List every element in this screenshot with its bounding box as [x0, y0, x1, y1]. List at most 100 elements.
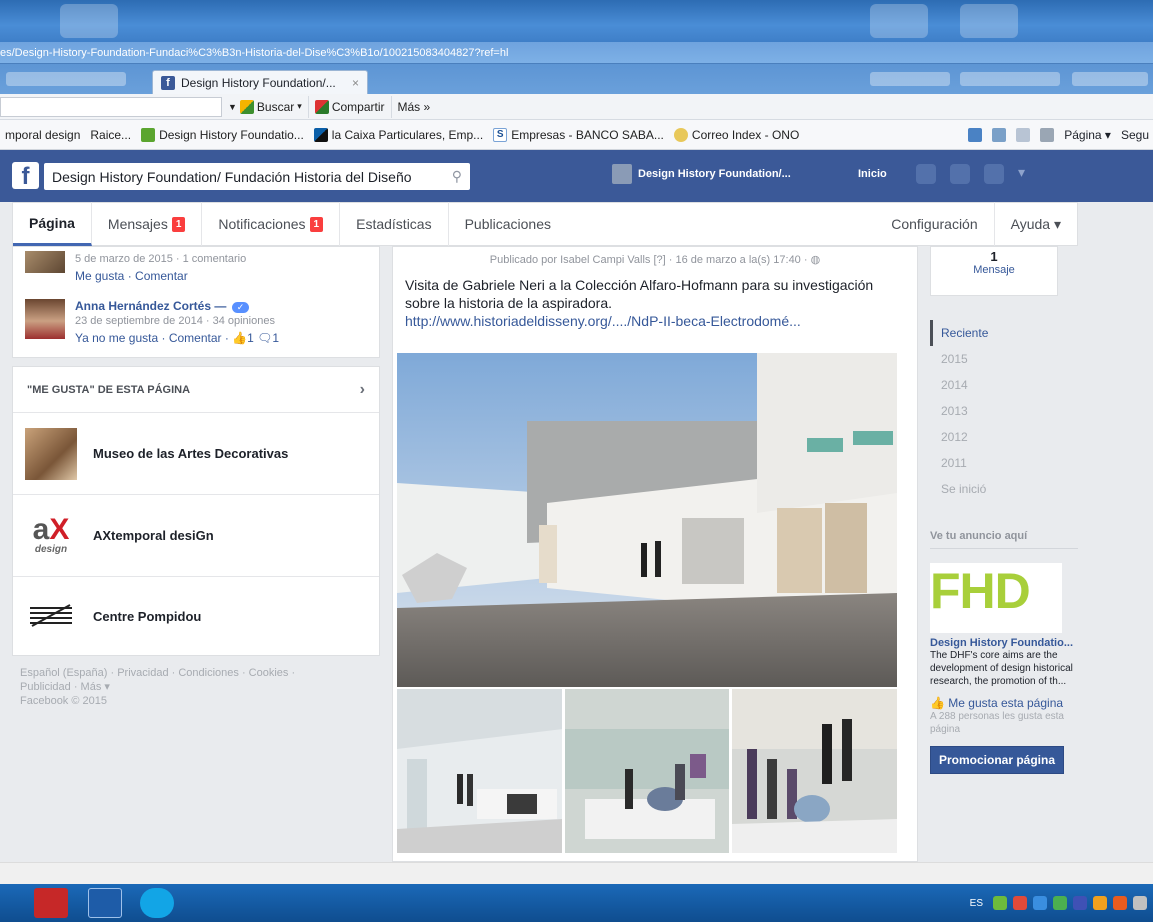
- liked-page-item[interactable]: Centre Pompidou: [13, 577, 379, 655]
- messages-label[interactable]: Mensaje: [931, 264, 1057, 276]
- messages-box[interactable]: 1 Mensaje: [930, 246, 1058, 296]
- unread-badge: 1: [171, 216, 186, 232]
- footer-links[interactable]: Español (España) · Privacidad · Condicio…: [20, 666, 372, 680]
- tab-pagina[interactable]: Página: [13, 202, 92, 246]
- profile-name: Design History Foundation/...: [638, 168, 791, 180]
- timeline-year[interactable]: Se inició: [941, 476, 1090, 502]
- post-photo-main[interactable]: [397, 353, 897, 687]
- blurred-desktop-icon: [960, 4, 1018, 38]
- language-indicator[interactable]: ES: [970, 898, 983, 909]
- tray-icon[interactable]: [1113, 896, 1127, 910]
- tab-estadisticas[interactable]: Estadísticas: [340, 202, 449, 246]
- favorite-item[interactable]: Design History Foundatio...: [136, 127, 309, 142]
- help-menu[interactable]: Ayuda ▾: [995, 202, 1077, 246]
- museo-thumbnail[interactable]: [25, 427, 77, 480]
- comment-actions[interactable]: Ya no me gusta · Comentar · 👍1 🗨1: [75, 331, 279, 345]
- post-photo-thumb[interactable]: [564, 689, 730, 853]
- settings-link[interactable]: Configuración: [875, 202, 995, 246]
- account-menu-icon[interactable]: ▾: [1018, 164, 1025, 184]
- home-icon[interactable]: [968, 127, 983, 142]
- ad-like-count: A 288 personas les gusta esta página: [930, 711, 1064, 735]
- favorite-item[interactable]: S Empresas - BANCO SABA...: [488, 127, 669, 142]
- feeds-icon[interactable]: [992, 127, 1007, 142]
- chevron-right-icon[interactable]: ›: [360, 381, 365, 399]
- safety-menu[interactable]: Segu: [1121, 128, 1149, 142]
- friend-requests-icon[interactable]: [916, 164, 936, 184]
- blurred-tab: [960, 72, 1060, 86]
- word-app-icon[interactable]: [88, 888, 122, 918]
- ads-title[interactable]: Ve tu anuncio aquí: [930, 530, 1078, 549]
- post-card: Publicado por Isabel Campi Valls [?] · 1…: [392, 246, 918, 862]
- volume-icon[interactable]: [1133, 896, 1147, 910]
- print-icon[interactable]: [1040, 127, 1055, 142]
- timeline-year[interactable]: 2014: [941, 372, 1090, 398]
- comment-meta: 23 de septiembre de 2014 · 34 opiniones: [75, 315, 275, 327]
- home-link[interactable]: Inicio: [858, 168, 887, 180]
- comment-author[interactable]: Anna Hernández Cortés —: [75, 299, 226, 313]
- page-menu[interactable]: Página ▾: [1064, 128, 1111, 142]
- favorite-item[interactable]: Correo Index - ONO: [669, 127, 804, 142]
- toolbar-search-button[interactable]: ▼ Buscar ▾: [222, 95, 309, 118]
- favorite-item[interactable]: mporal design: [0, 128, 85, 142]
- timeline-years: 2015 2014 2013 2012 2011 Se inició: [930, 346, 1090, 502]
- comment-actions[interactable]: Me gusta · Comentar: [75, 269, 246, 283]
- tab-mensajes[interactable]: Mensajes 1: [92, 202, 203, 246]
- blurred-tab: [870, 72, 950, 86]
- messages-icon[interactable]: [950, 164, 970, 184]
- ad-title[interactable]: Design History Foundatio...: [930, 637, 1090, 649]
- ad-like-button[interactable]: 👍 Me gusta esta página: [930, 696, 1090, 710]
- audience-globe-icon[interactable]: ◍: [811, 254, 821, 266]
- avatar[interactable]: [25, 299, 65, 339]
- likes-header[interactable]: "ME GUSTA" DE ESTA PÁGINA ›: [13, 367, 379, 413]
- blurred-tab: [6, 72, 126, 86]
- messages-count: 1: [990, 249, 998, 264]
- post-photo-thumb[interactable]: [732, 689, 898, 853]
- post-body: Visita de Gabriele Neri a la Colección A…: [393, 266, 917, 330]
- post-link[interactable]: http://www.historiadeldisseny.org/..../N…: [405, 312, 905, 330]
- liked-page-item[interactable]: aX design AXtemporal desiGn: [13, 495, 379, 577]
- timeline-year[interactable]: 2012: [941, 424, 1090, 450]
- search-icon[interactable]: ⚲: [452, 168, 462, 185]
- timeline-year[interactable]: 2011: [941, 450, 1090, 476]
- tray-icon[interactable]: [1093, 896, 1107, 910]
- favorite-item[interactable]: la Caixa Particulares, Emp...: [309, 127, 488, 142]
- axtemporal-logo-icon[interactable]: aX design: [25, 509, 77, 562]
- tray-icon[interactable]: [1013, 896, 1027, 910]
- timeline-current[interactable]: Reciente: [930, 320, 1090, 346]
- tab-publicaciones[interactable]: Publicaciones: [449, 202, 567, 246]
- tray-icon[interactable]: [993, 896, 1007, 910]
- post-photo-thumb[interactable]: [397, 689, 562, 853]
- blurred-desktop-icon: [60, 4, 118, 38]
- skype-app-icon[interactable]: [140, 888, 174, 918]
- promote-page-button[interactable]: Promocionar página: [930, 746, 1065, 774]
- tab-notificaciones[interactable]: Notificaciones 1: [202, 202, 341, 246]
- footer-links[interactable]: Publicidad · Más ▾: [20, 680, 372, 694]
- toolbar-more-button[interactable]: Más »: [392, 96, 437, 118]
- comment-icon: 🗨: [257, 331, 273, 345]
- notifications-globe-icon[interactable]: [984, 164, 1004, 184]
- acrobat-app-icon[interactable]: [34, 888, 68, 918]
- comment-item: 5 de marzo de 2015 · 1 comentario Me gus…: [13, 247, 379, 291]
- pompidou-logo-icon[interactable]: [25, 590, 77, 642]
- tray-icon[interactable]: [1053, 896, 1067, 910]
- timeline-year[interactable]: 2013: [941, 398, 1090, 424]
- browser-tab-active[interactable]: f Design History Foundation/... ×: [152, 70, 368, 94]
- tray-icon[interactable]: [1073, 896, 1087, 910]
- facebook-search-input[interactable]: Design History Foundation/ Fundación His…: [44, 163, 470, 190]
- page-profile-link[interactable]: Design History Foundation/...: [612, 164, 791, 184]
- address-url[interactable]: es/Design-History-Foundation-Fundaci%C3%…: [0, 45, 760, 61]
- address-bar[interactable]: es/Design-History-Foundation-Fundaci%C3%…: [0, 42, 1153, 64]
- timeline-year[interactable]: 2015: [941, 346, 1090, 372]
- avatar: [612, 164, 632, 184]
- favorite-item[interactable]: Raice...: [85, 128, 136, 142]
- avatar[interactable]: [25, 251, 65, 273]
- tray-icon[interactable]: [1033, 896, 1047, 910]
- toolbar-share-button[interactable]: Compartir: [309, 95, 392, 118]
- facebook-logo-icon[interactable]: f: [12, 162, 39, 190]
- tab-close-icon[interactable]: ×: [352, 76, 359, 90]
- ad-image[interactable]: FHD: [930, 563, 1062, 633]
- toolbar-search-field[interactable]: [0, 96, 222, 117]
- mail-icon[interactable]: [1016, 127, 1031, 142]
- liked-page-item[interactable]: Museo de las Artes Decorativas: [13, 413, 379, 495]
- dropdown-arrow-icon: ▼: [228, 101, 237, 112]
